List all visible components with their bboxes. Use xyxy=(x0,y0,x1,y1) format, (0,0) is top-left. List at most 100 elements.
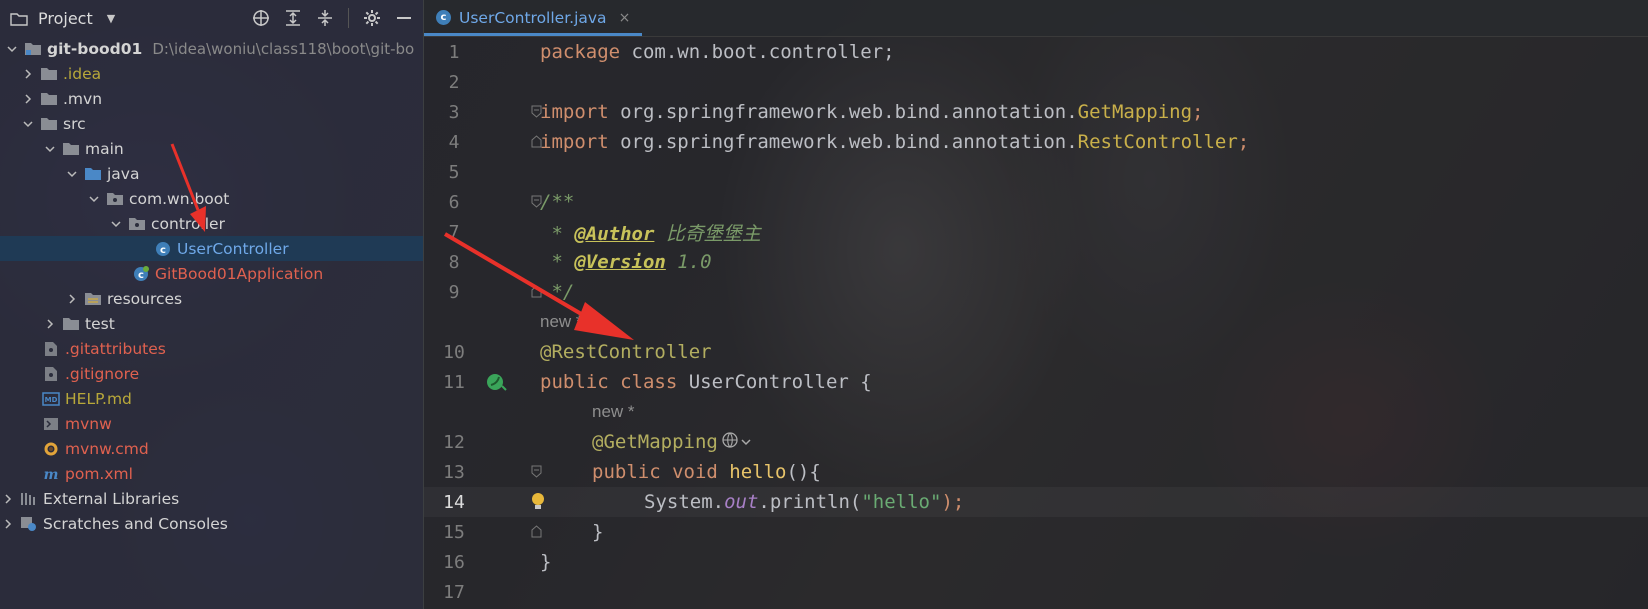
tree-item-resources[interactable]: resources xyxy=(0,286,423,311)
fold-icon[interactable] xyxy=(531,285,542,298)
source-folder-icon xyxy=(84,166,102,182)
chevron-down-icon[interactable] xyxy=(64,166,80,182)
tree-item-java[interactable]: java xyxy=(0,161,423,186)
package-icon xyxy=(128,216,146,232)
chevron-right-icon[interactable] xyxy=(0,516,16,532)
chevron-down-icon[interactable] xyxy=(86,191,102,207)
tree-item-git-bood01[interactable]: git-bood01 D:\idea\woniu\class118\boot\g… xyxy=(0,36,423,61)
code-line: 6 /** xyxy=(424,187,1648,217)
tree-item-label: controller xyxy=(151,214,225,233)
line-number: 12 xyxy=(443,431,465,453)
project-path: D:\idea\woniu\class118\boot\git-bo xyxy=(152,39,415,58)
doc-tag: @Author xyxy=(574,222,655,245)
collapse-all-icon[interactable] xyxy=(316,9,334,27)
usage-hint[interactable]: new * xyxy=(540,307,583,337)
line-number: 2 xyxy=(448,71,460,93)
tree-item-label: com.wn.boot xyxy=(129,189,230,208)
fold-icon[interactable] xyxy=(531,195,542,208)
tree-item-idea[interactable]: .idea xyxy=(0,61,423,86)
tree-item-mvnw-cmd[interactable]: mvnw.cmd xyxy=(0,436,423,461)
fold-icon[interactable] xyxy=(531,525,542,538)
code-text: (){ xyxy=(786,461,821,483)
fold-icon[interactable] xyxy=(531,105,542,118)
chevron-down-icon[interactable] xyxy=(108,216,124,232)
tree-item-mvnw[interactable]: mvnw xyxy=(0,411,423,436)
line-number: 8 xyxy=(448,251,460,273)
module-folder-icon xyxy=(24,41,42,57)
usage-hint[interactable]: new * xyxy=(540,397,635,427)
string-literal: "hello" xyxy=(861,491,942,513)
chevron-right-icon[interactable] xyxy=(20,66,36,82)
comment: 1.0 xyxy=(665,251,712,273)
keyword: public xyxy=(540,371,609,393)
tree-item-test[interactable]: test xyxy=(0,311,423,336)
code-line: 5 xyxy=(424,157,1648,187)
spring-bean-gutter-icon[interactable] xyxy=(486,372,508,392)
code-text: ); xyxy=(941,491,965,513)
line-number: 14 xyxy=(443,491,465,513)
code-line: 16 } xyxy=(424,547,1648,577)
tree-item-main[interactable]: main xyxy=(0,136,423,161)
chevron-right-icon[interactable] xyxy=(20,91,36,107)
markdown-file-icon: MD xyxy=(42,391,60,407)
line-number: 5 xyxy=(448,161,460,183)
fold-icon[interactable] xyxy=(531,465,542,478)
tree-item-mvn[interactable]: .mvn xyxy=(0,86,423,111)
code-text: System. xyxy=(644,491,725,513)
code-line: 8 * @Version 1.0 xyxy=(424,247,1648,277)
expand-all-icon[interactable] xyxy=(284,9,302,27)
tree-item-gitbood01application[interactable]: c GitBood01Application xyxy=(0,261,423,286)
chevron-down-icon[interactable] xyxy=(42,141,58,157)
tree-item-com-wn-boot[interactable]: com.wn.boot xyxy=(0,186,423,211)
annotation: @RestController xyxy=(540,341,712,363)
code-line: 12 @GetMapping xyxy=(424,427,1648,457)
chevron-down-icon[interactable] xyxy=(740,431,752,453)
fold-icon[interactable] xyxy=(531,135,542,148)
tree-item-external-libraries[interactable]: External Libraries xyxy=(0,486,423,511)
tree-item-usercontroller[interactable]: c UserController xyxy=(0,236,423,261)
code-area[interactable]: 1 package com.wn.boot.controller; 2 3 im… xyxy=(424,37,1648,607)
class-name: RestController xyxy=(1077,131,1238,153)
chevron-down-icon[interactable]: ▼ xyxy=(107,12,115,25)
code-line: 2 xyxy=(424,67,1648,97)
lightbulb-icon[interactable] xyxy=(530,492,546,512)
line-number: 4 xyxy=(448,131,460,153)
tree-item-label: resources xyxy=(107,289,183,308)
tab-usercontroller-java[interactable]: c UserController.java × xyxy=(424,2,643,36)
tree-item-src[interactable]: src xyxy=(0,111,423,136)
tree-item-gitattributes[interactable]: .gitattributes xyxy=(0,336,423,361)
line-number: 9 xyxy=(448,281,460,303)
gear-icon[interactable] xyxy=(363,9,381,27)
tree-item-controller[interactable]: controller xyxy=(0,211,423,236)
method-name: hello xyxy=(717,461,787,483)
tree-item-pom-xml[interactable]: m pom.xml xyxy=(0,461,423,486)
tree-item-label: HELP.md xyxy=(65,389,132,408)
project-panel: Project ▼ git-bood01 D:\idea\woniu\class… xyxy=(0,0,424,609)
chevron-right-icon[interactable] xyxy=(64,291,80,307)
globe-icon[interactable] xyxy=(722,431,738,453)
minimize-icon[interactable] xyxy=(395,9,413,27)
git-file-icon xyxy=(42,341,60,357)
chevron-down-icon[interactable] xyxy=(4,41,20,57)
line-number: 11 xyxy=(443,371,465,393)
close-icon[interactable]: × xyxy=(619,10,631,26)
tree-item-scratches[interactable]: Scratches and Consoles xyxy=(0,511,423,536)
code-text: org.springframework.web.bind.annotation. xyxy=(608,131,1078,153)
chevron-down-icon[interactable] xyxy=(20,116,36,132)
doc-tag: @Version xyxy=(574,251,666,273)
comment: * xyxy=(540,251,575,273)
tree-item-label: git-bood01 xyxy=(47,39,143,58)
panel-toolbar xyxy=(252,0,413,36)
maven-file-icon: m xyxy=(42,466,60,482)
tree-item-label: test xyxy=(85,314,115,333)
comment: /** xyxy=(540,191,575,213)
project-panel-title[interactable]: Project xyxy=(38,9,93,28)
tree-item-gitignore[interactable]: .gitignore xyxy=(0,361,423,386)
git-file-icon xyxy=(42,366,60,382)
comment: * xyxy=(540,222,575,245)
chevron-right-icon[interactable] xyxy=(0,491,16,507)
tree-item-help-md[interactable]: MD HELP.md xyxy=(0,386,423,411)
locate-icon[interactable] xyxy=(252,9,270,27)
chevron-right-icon[interactable] xyxy=(42,316,58,332)
folder-icon xyxy=(62,141,80,157)
